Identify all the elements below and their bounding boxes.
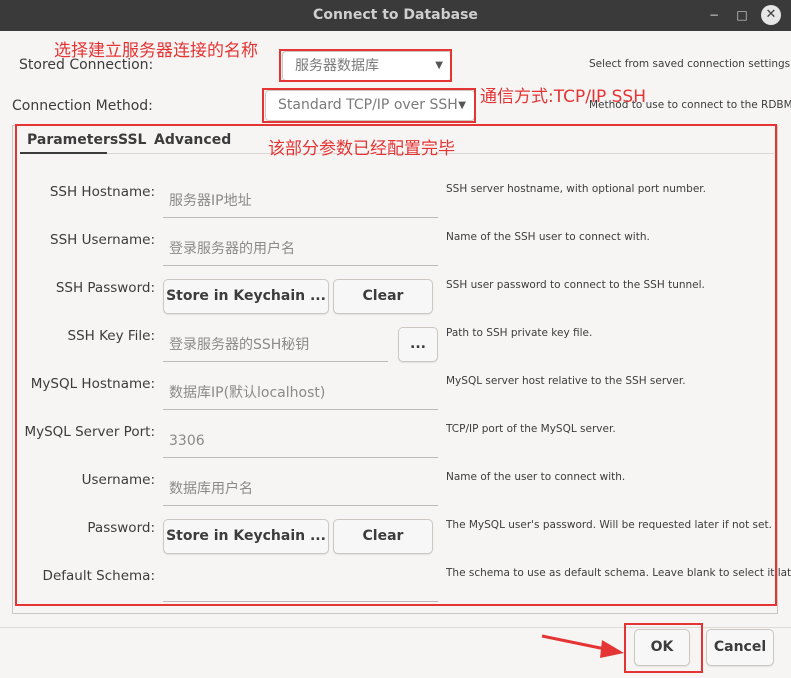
close-icon[interactable]: ✕ <box>761 5 781 25</box>
highlight-stored-connection <box>279 49 452 82</box>
highlight-connection-method <box>262 88 476 123</box>
annotation-connection-method-note: 通信方式:TCP/IP SSH <box>480 87 646 107</box>
minimize-icon[interactable]: − <box>705 6 723 24</box>
highlight-parameters-panel <box>15 124 777 606</box>
connection-method-label: Connection Method: <box>12 98 153 114</box>
title-bar: Connect to Database − □ ✕ <box>0 0 791 31</box>
window-title: Connect to Database <box>313 7 478 23</box>
annotation-stored-connection-note: 选择建立服务器连接的名称 <box>54 41 258 61</box>
highlight-ok-button <box>624 623 703 673</box>
stored-connection-hint: Select from saved connection settings <box>589 58 791 70</box>
maximize-icon[interactable]: □ <box>733 6 751 24</box>
cancel-button[interactable]: Cancel <box>706 629 774 666</box>
red-arrow-icon <box>541 634 624 658</box>
